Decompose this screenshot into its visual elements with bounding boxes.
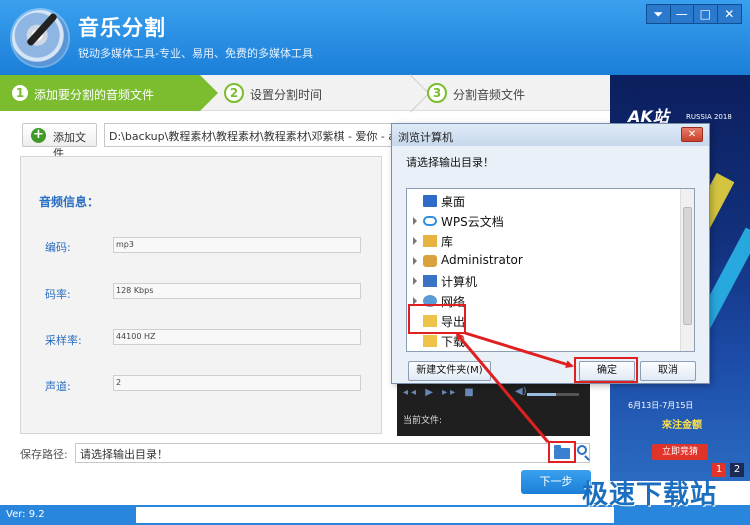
codec-field: mp3 [113, 237, 361, 253]
window-controls: ⏷ — □ ✕ [646, 4, 742, 24]
computer-icon [423, 275, 437, 287]
audio-info-title: 音频信息： [39, 195, 100, 209]
title-bar: 音乐分割 锐动多媒体工具-专业、易用、免费的多媒体工具 ⏷ — □ ✕ [0, 0, 750, 75]
version-label: Ver: 9.2 [6, 509, 45, 520]
status-field [136, 507, 614, 523]
search-icon [577, 445, 587, 455]
step-separator [405, 75, 425, 111]
maximize-button[interactable]: □ [694, 5, 718, 23]
new-folder-button[interactable]: 新建文件夹(M) [408, 361, 491, 381]
audio-player: ◂◂ ▶ ▸▸ ■ ◀) 当前文件: [397, 380, 590, 436]
tree-item-label: WPS云文档 [441, 215, 504, 229]
tree-item-desktop[interactable]: 桌面 [407, 191, 677, 211]
app-subtitle: 锐动多媒体工具-专业、易用、免费的多媒体工具 [78, 47, 313, 60]
dialog-close-button[interactable]: ✕ [681, 127, 703, 142]
browse-folder-button[interactable] [548, 441, 576, 463]
ok-highlight-box [574, 357, 638, 383]
app-window: 音乐分割 锐动多媒体工具-专业、易用、免费的多媒体工具 ⏷ — □ ✕ 1 添加… [0, 0, 750, 525]
tree-item-label: 桌面 [441, 195, 466, 209]
browse-folder-dialog: 浏览计算机 ✕ 请选择输出目录！ 桌面 WPS云文档 库 Administrat… [391, 123, 710, 384]
menu-button[interactable]: ⏷ [647, 5, 671, 23]
cloud-icon [423, 216, 437, 226]
expand-arrow-icon[interactable] [413, 237, 417, 245]
ad-date: 6月13日-7月15日 [628, 401, 694, 410]
cancel-button[interactable]: 取消 [640, 361, 696, 381]
step-2[interactable]: 2 设置分割时间 [222, 75, 407, 111]
tree-item-label: 计算机 [441, 275, 478, 289]
bitrate-label: 码率: [45, 288, 71, 301]
tree-item-label: Administrator [441, 253, 523, 267]
export-highlight-box [408, 304, 466, 334]
close-button[interactable]: ✕ [718, 5, 741, 23]
ad-cta-button[interactable]: 立即竞猜 [652, 444, 708, 460]
save-path-input[interactable]: 请选择输出目录！ [75, 443, 590, 463]
expand-arrow-icon[interactable] [413, 217, 417, 225]
save-path-label: 保存路径: [20, 448, 68, 461]
tree-item-label: 库 [441, 235, 454, 249]
plus-icon: + [31, 128, 46, 143]
minimize-button[interactable]: — [671, 5, 694, 23]
tree-item-administrator[interactable]: Administrator [407, 251, 677, 271]
ad-page-2[interactable]: 2 [730, 463, 744, 477]
open-folder-button[interactable] [576, 443, 592, 461]
watermark: 极速下载站 [582, 480, 718, 510]
step-2-number: 2 [224, 83, 244, 103]
file-path-field[interactable]: D:\backup\教程素材\教程素材\教程素材\邓紫棋 - 爱你 - ainy [104, 123, 394, 147]
tree-item-library[interactable]: 库 [407, 231, 677, 251]
app-title: 音乐分割 [78, 16, 166, 40]
current-file-label: 当前文件: [403, 416, 443, 426]
ad-text: 來注金额 [662, 420, 702, 431]
expand-arrow-icon[interactable] [413, 257, 417, 265]
channels-label: 声道: [45, 380, 71, 393]
add-file-button[interactable]: + 添加文件 [22, 123, 97, 160]
step-bar: 1 添加要分割的音频文件 2 设置分割时间 3 分割音频文件 [0, 75, 610, 111]
ad-tagline: RUSSIA 2018 [686, 113, 732, 121]
step-3-label: 分割音频文件 [453, 88, 526, 102]
library-icon [423, 235, 437, 247]
sample-rate-label: 采样率: [45, 334, 82, 347]
dialog-prompt: 请选择输出目录！ [406, 156, 494, 169]
dialog-title-bar: 浏览计算机 ✕ [392, 124, 709, 146]
playback-controls[interactable]: ◂◂ ▶ ▸▸ ■ [403, 387, 477, 398]
scrollbar-thumb[interactable] [683, 207, 692, 325]
next-button[interactable]: 下一步 [521, 470, 591, 494]
bitrate-field: 128 Kbps [113, 283, 361, 299]
tree-item-computer[interactable]: 计算机 [407, 271, 677, 291]
app-logo [12, 10, 68, 66]
expand-arrow-icon[interactable] [413, 277, 417, 285]
step-2-label: 设置分割时间 [250, 88, 323, 102]
tree-item-wps-cloud[interactable]: WPS云文档 [407, 211, 677, 231]
step-3-number: 3 [427, 83, 447, 103]
step-1[interactable]: 1 添加要分割的音频文件 [0, 75, 218, 111]
channels-field: 2 [113, 375, 361, 391]
volume-slider-fill [527, 393, 556, 396]
step-1-label: 添加要分割的音频文件 [34, 88, 155, 102]
dialog-title: 浏览计算机 [398, 131, 453, 144]
step-1-number: 1 [10, 83, 30, 103]
step-3[interactable]: 3 分割音频文件 [425, 75, 605, 111]
tree-scrollbar[interactable] [680, 189, 694, 351]
desktop-icon [423, 195, 437, 207]
user-folder-icon [423, 255, 437, 267]
folder-icon [554, 445, 570, 459]
audio-info-panel: 音频信息： 编码: mp3 码率: 128 Kbps 采样率: 44100 HZ… [20, 156, 382, 434]
tree-item-downloads[interactable]: 下载 [407, 331, 677, 351]
volume-icon[interactable]: ◀) [515, 386, 527, 397]
codec-label: 编码: [45, 241, 71, 254]
tree-item-label: 下载 [441, 335, 466, 349]
sample-rate-field: 44100 HZ [113, 329, 361, 345]
volume-slider[interactable] [527, 393, 579, 396]
folder-icon [423, 335, 437, 347]
